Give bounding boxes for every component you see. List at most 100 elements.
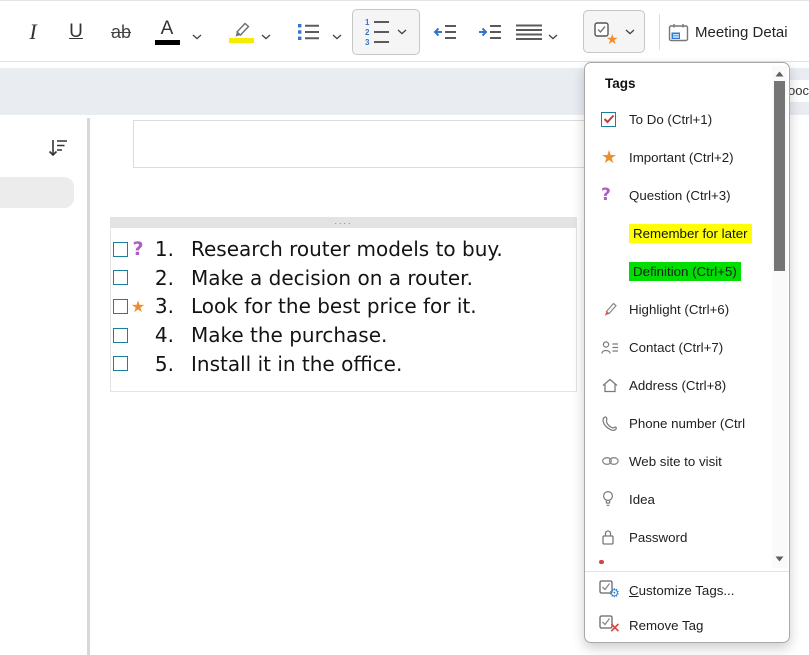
font-color-dropdown-chevron[interactable]: [192, 27, 202, 45]
tags-button-active[interactable]: ★: [583, 10, 645, 53]
bullet-list-dropdown-chevron[interactable]: [332, 27, 342, 45]
outline-drag-handle[interactable]: ....: [110, 217, 577, 228]
section-tab-partial[interactable]: ooc: [788, 80, 809, 102]
toolbar-separator: [659, 14, 660, 50]
lightbulb-icon: [601, 490, 629, 508]
decrease-indent-button[interactable]: [430, 9, 460, 55]
underline-icon: U: [69, 21, 83, 42]
highlight-pen-icon: [601, 301, 629, 318]
menu-item-idea[interactable]: Idea: [585, 480, 775, 518]
numbered-list-button-active[interactable]: 1 2 3: [352, 9, 420, 55]
strikethrough-button[interactable]: ab: [104, 9, 138, 55]
todo-list-item[interactable]: 5. Install it in the office.: [111, 349, 576, 378]
partially-scrolled-item: [599, 560, 604, 564]
menu-item-question[interactable]: ? Question (Ctrl+3): [585, 176, 775, 214]
chevron-down-icon: [261, 34, 271, 40]
align-justify-icon: [516, 24, 542, 40]
menu-item-password[interactable]: Password: [585, 518, 775, 556]
onenote-window: I U ab A 1 2 3 ★ Meeting Detai ooc .... …: [0, 0, 809, 655]
bullet-list-icon: [298, 24, 319, 40]
list-item-text[interactable]: Make a decision on a router.: [191, 266, 473, 290]
chevron-down-icon[interactable]: [397, 29, 407, 35]
remove-tag-icon: ×: [599, 615, 629, 636]
highlighter-button[interactable]: [224, 9, 258, 55]
chevron-down-icon: [332, 34, 342, 40]
menu-item-todo[interactable]: To Do (Ctrl+1): [585, 100, 775, 138]
italic-button[interactable]: I: [20, 9, 46, 55]
todo-list-item[interactable]: 4. Make the purchase.: [111, 321, 576, 350]
chevron-down-icon: [192, 34, 202, 40]
alignment-button[interactable]: [513, 9, 545, 55]
question-tag-icon: ?: [132, 238, 144, 261]
tags-menu-items: To Do (Ctrl+1) ★ Important (Ctrl+2) ? Qu…: [585, 100, 775, 556]
contact-person-icon: [601, 340, 629, 355]
chevron-down-icon: [548, 34, 558, 40]
highlighter-dropdown-chevron[interactable]: [261, 27, 271, 45]
menu-item-address[interactable]: Address (Ctrl+8): [585, 366, 775, 404]
todo-checkbox[interactable]: [113, 241, 128, 257]
list-number: 3.: [154, 294, 174, 319]
note-outline-container: .... ? 1. Research router models to buy.…: [110, 217, 577, 392]
todo-list-item[interactable]: ? 1. Research router models to buy.: [111, 235, 576, 264]
scrollbar-thumb[interactable]: [774, 81, 785, 271]
question-mark-icon: ?: [601, 185, 611, 205]
strikethrough-icon: ab: [110, 21, 132, 42]
numbered-list-icon: 1 2 3: [365, 18, 389, 46]
panel-divider: [87, 118, 90, 655]
bullet-list-button[interactable]: [294, 9, 324, 55]
meeting-details-button[interactable]: [666, 9, 690, 55]
tags-dropdown-menu: Tags To Do (Ctrl+1) ★ Important (Ctrl+2)…: [584, 62, 790, 643]
link-icon: [601, 455, 629, 467]
list-item-text[interactable]: Research router models to buy.: [191, 237, 503, 261]
phone-icon: [601, 415, 629, 432]
increase-indent-button[interactable]: [475, 9, 505, 55]
italic-icon: I: [29, 19, 37, 44]
meeting-details-label: Meeting Detai: [695, 23, 788, 41]
font-color-button[interactable]: A: [150, 9, 184, 55]
font-color-icon: A: [154, 19, 180, 45]
important-star-icon: ★: [601, 146, 618, 168]
menu-item-highlight[interactable]: Highlight (Ctrl+6): [585, 290, 775, 328]
tag-checkbox-star-icon: ★: [593, 21, 619, 47]
list-number: 5.: [154, 351, 174, 376]
list-number: 4.: [154, 323, 174, 348]
todo-checkbox[interactable]: [113, 270, 128, 286]
formatting-toolbar: I U ab A 1 2 3 ★ Meeting Detai: [0, 0, 809, 62]
list-item-text[interactable]: Make the purchase.: [191, 323, 387, 347]
increase-indent-icon: [479, 25, 501, 39]
chevron-down-icon[interactable]: [625, 29, 635, 35]
tags-menu-title: Tags: [605, 76, 636, 91]
list-item-text[interactable]: Look for the best price for it.: [191, 294, 477, 318]
scroll-up-arrow[interactable]: [773, 67, 786, 80]
remove-tag-menu-item[interactable]: × Remove Tag: [585, 608, 789, 643]
menu-separator: [585, 571, 789, 572]
outline-body: ? 1. Research router models to buy. 2. M…: [110, 228, 577, 392]
page-title-box[interactable]: [133, 120, 660, 168]
scroll-down-arrow[interactable]: [773, 552, 786, 565]
alignment-dropdown-chevron[interactable]: [548, 27, 558, 45]
page-list-selected-item[interactable]: [0, 177, 74, 208]
sort-descending-icon: [48, 140, 67, 157]
customize-tags-menu-item[interactable]: ⚙ Customize Tags...: [585, 573, 789, 608]
calendar-icon: [668, 23, 688, 41]
menu-item-phone-number[interactable]: Phone number (Ctrl: [585, 404, 775, 442]
menu-item-remember-for-later[interactable]: Remember for later: [585, 214, 775, 252]
todo-checkbox[interactable]: [113, 298, 128, 314]
menu-item-contact[interactable]: Contact (Ctrl+7): [585, 328, 775, 366]
todo-checkbox[interactable]: [113, 327, 128, 343]
list-number: 2.: [154, 265, 174, 290]
menu-item-definition[interactable]: Definition (Ctrl+5): [585, 252, 775, 290]
list-item-text[interactable]: Install it in the office.: [191, 352, 402, 376]
menu-item-web-site[interactable]: Web site to visit: [585, 442, 775, 480]
underline-button[interactable]: U: [62, 9, 90, 55]
todo-list-item[interactable]: ★ 3. Look for the best price for it.: [111, 292, 576, 321]
sort-pages-button[interactable]: [44, 134, 72, 162]
home-icon: [601, 377, 629, 394]
menu-scrollbar[interactable]: [772, 66, 787, 568]
todo-checkbox[interactable]: [113, 356, 128, 372]
important-tag-icon: ★: [130, 296, 146, 316]
meeting-details-label-area[interactable]: Meeting Detai: [695, 9, 809, 55]
todo-list-item[interactable]: 2. Make a decision on a router.: [111, 264, 576, 293]
menu-item-important[interactable]: ★ Important (Ctrl+2): [585, 138, 775, 176]
customize-tags-icon: ⚙: [599, 580, 629, 601]
